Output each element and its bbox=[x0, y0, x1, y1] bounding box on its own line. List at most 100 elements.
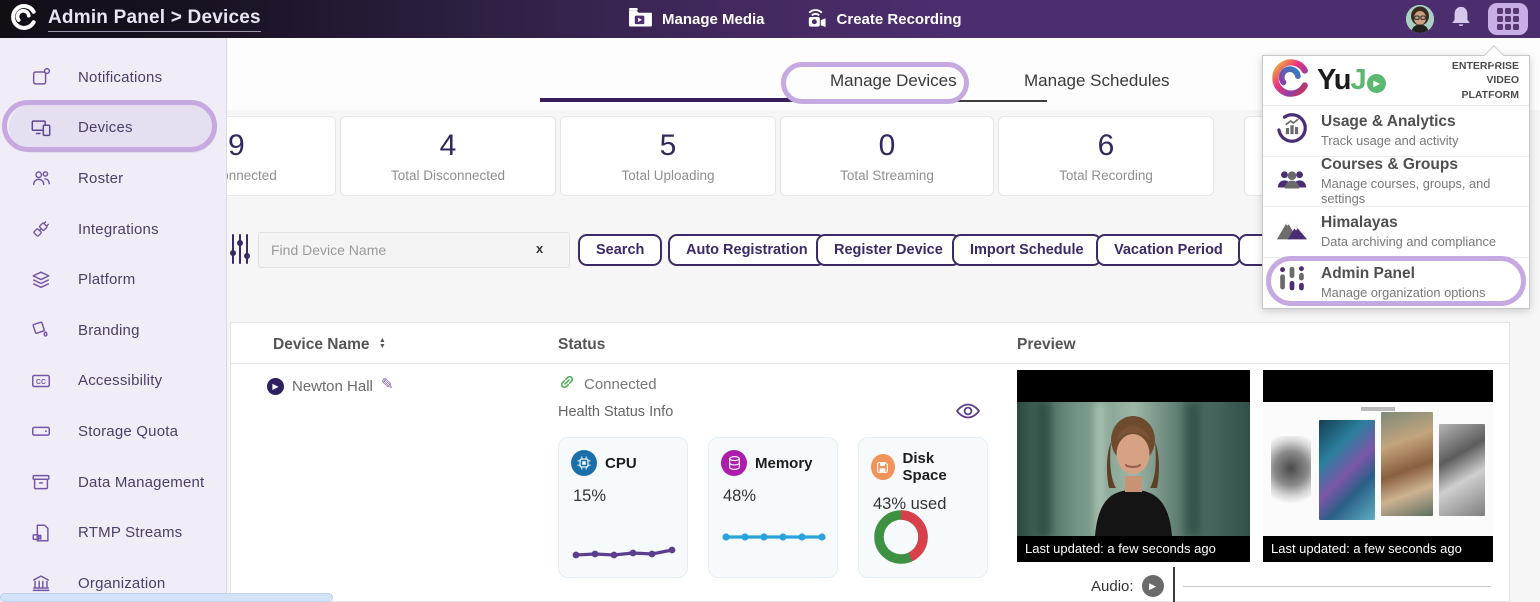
tab-underline bbox=[790, 100, 1047, 102]
admin-panel-devices-page: Admin Panel > Devices Manage Media bbox=[0, 0, 1540, 602]
edit-device-icon[interactable]: ✎ bbox=[381, 375, 394, 393]
stat-label: Total Streaming bbox=[840, 168, 934, 183]
auto-registration-button[interactable]: Auto Registration bbox=[668, 234, 826, 266]
integrations-icon bbox=[30, 218, 52, 240]
stat-label: Total Uploading bbox=[621, 168, 714, 183]
device-name[interactable]: Newton Hall bbox=[292, 378, 373, 395]
recorder-icon bbox=[803, 6, 828, 32]
disk-donut-chart bbox=[871, 507, 931, 567]
tab-manage-devices[interactable]: Manage Devices bbox=[830, 71, 957, 91]
preview-thumbnail-camera: Last updated: a few seconds ago bbox=[1017, 370, 1250, 562]
audio-play-button[interactable]: ▶ bbox=[1142, 575, 1164, 597]
sidebar-item-data-management[interactable]: Data Management bbox=[0, 457, 226, 508]
audio-level-marker bbox=[1173, 567, 1175, 602]
menu-item-usage-analytics[interactable]: Usage & Analytics Track usage and activi… bbox=[1263, 106, 1529, 157]
menu-item-admin-panel[interactable]: Admin Panel Manage organization options bbox=[1263, 258, 1529, 309]
preview-eye-icon[interactable] bbox=[955, 400, 981, 427]
camera-photo bbox=[1017, 402, 1250, 536]
column-header-preview[interactable]: Preview bbox=[1017, 336, 1076, 354]
preview-caption: Last updated: a few seconds ago bbox=[1017, 536, 1250, 562]
filter-sliders-icon[interactable] bbox=[228, 231, 252, 272]
apps-dropdown-menu: YuJ▶ ENTERPRISE VIDEO PLATFORM Usage & A… bbox=[1262, 55, 1530, 309]
stat-value: 6 bbox=[1098, 129, 1115, 162]
stat-label: Total Disconnected bbox=[391, 168, 505, 183]
user-avatar[interactable] bbox=[1406, 5, 1434, 33]
cpu-health-card: CPU 15% bbox=[558, 437, 688, 578]
expand-row-icon[interactable]: ▶ bbox=[267, 378, 284, 395]
import-schedule-button[interactable]: Import Schedule bbox=[952, 234, 1102, 266]
media-folder-icon bbox=[628, 7, 653, 31]
column-header-device-name[interactable]: Device Name ▲ ▼ bbox=[273, 336, 386, 354]
tab-manage-schedules[interactable]: Manage Schedules bbox=[1024, 71, 1170, 91]
menu-item-himalayas[interactable]: Himalayas Data archiving and compliance bbox=[1263, 207, 1529, 258]
link-icon bbox=[558, 373, 576, 396]
sidebar-item-integrations[interactable]: Integrations bbox=[0, 204, 226, 255]
apps-grid-button[interactable] bbox=[1488, 3, 1528, 35]
memory-sparkline bbox=[721, 523, 827, 565]
topbar-brand: Admin Panel > Devices bbox=[0, 3, 261, 36]
yuja-swirl-logo-icon[interactable] bbox=[10, 3, 38, 36]
organization-icon bbox=[30, 572, 52, 594]
active-tab-underline bbox=[540, 98, 790, 102]
devices-table-panel: Device Name ▲ ▼ Status Preview ▶ Newton … bbox=[230, 322, 1510, 602]
search-button[interactable]: Search bbox=[578, 234, 662, 266]
branding-icon bbox=[30, 319, 52, 341]
create-recording-label: Create Recording bbox=[837, 11, 962, 28]
yuja-play-icon: ▶ bbox=[1367, 74, 1386, 93]
disk-label: Disk Space bbox=[903, 450, 975, 484]
yuja-wordmark: YuJ▶ bbox=[1317, 64, 1386, 97]
sidebar-item-rtmp-streams[interactable]: RTMP Streams bbox=[0, 507, 226, 558]
clear-search-icon[interactable]: x bbox=[536, 241, 543, 256]
audio-row: Audio: ▶ bbox=[1091, 575, 1164, 597]
sidebar-item-storage-quota[interactable]: Storage Quota bbox=[0, 406, 226, 457]
usage-analytics-icon bbox=[1275, 111, 1309, 150]
memory-label: Memory bbox=[755, 455, 813, 472]
stat-value: 0 bbox=[879, 129, 896, 162]
stat-card-total-recording: 6 Total Recording bbox=[998, 116, 1214, 196]
column-header-status[interactable]: Status bbox=[558, 336, 605, 354]
brand-tagline: ENTERPRISE VIDEO PLATFORM bbox=[1439, 59, 1519, 102]
data-management-icon bbox=[30, 471, 52, 493]
header-divider bbox=[231, 363, 1509, 364]
storage-quota-icon bbox=[30, 420, 52, 442]
cpu-value: 15% bbox=[573, 487, 675, 506]
notifications-bell-icon[interactable] bbox=[1450, 5, 1472, 34]
sidebar-item-notifications[interactable]: Notifications bbox=[0, 52, 226, 103]
breadcrumb[interactable]: Admin Panel > Devices bbox=[48, 7, 261, 32]
rtmp-streams-icon bbox=[30, 522, 52, 544]
create-recording-button[interactable]: Create Recording bbox=[803, 6, 962, 32]
stat-card-total-streaming: 0 Total Streaming bbox=[780, 116, 994, 196]
courses-groups-icon bbox=[1275, 162, 1309, 201]
sidebar-item-devices[interactable]: Devices bbox=[9, 103, 217, 154]
topbar-actions: Manage Media Create Recording bbox=[628, 0, 962, 38]
memory-value: 48% bbox=[723, 487, 825, 506]
menu-item-courses-groups[interactable]: Courses & Groups Manage courses, groups,… bbox=[1263, 157, 1529, 208]
disk-health-card: Disk Space 43% used bbox=[858, 437, 988, 578]
himalayas-icon bbox=[1275, 212, 1309, 251]
vacation-period-button[interactable]: Vacation Period bbox=[1096, 234, 1241, 266]
sidebar-item-platform[interactable]: Platform bbox=[0, 254, 226, 305]
accessibility-icon: CC bbox=[30, 370, 52, 392]
yuja-rainbow-logo-icon bbox=[1271, 58, 1311, 103]
sidebar-item-roster[interactable]: Roster bbox=[0, 153, 226, 204]
register-device-button[interactable]: Register Device bbox=[816, 234, 961, 266]
sidebar-item-branding[interactable]: Branding bbox=[0, 305, 226, 356]
platform-icon bbox=[30, 269, 52, 291]
sidebar-item-accessibility[interactable]: CC Accessibility bbox=[0, 356, 226, 407]
horizontal-scrollbar[interactable] bbox=[0, 593, 333, 602]
preview-thumbnail-screen: Last updated: a few seconds ago bbox=[1263, 370, 1493, 562]
topbar: Admin Panel > Devices Manage Media bbox=[0, 0, 1540, 38]
manage-media-label: Manage Media bbox=[662, 11, 765, 28]
search-input[interactable] bbox=[258, 232, 570, 268]
preview-caption: Last updated: a few seconds ago bbox=[1263, 536, 1493, 562]
stat-card-total-disconnected: 4 Total Disconnected bbox=[340, 116, 556, 196]
yuja-brand-row: YuJ▶ ENTERPRISE VIDEO PLATFORM bbox=[1263, 56, 1529, 106]
status-connected: Connected bbox=[558, 373, 657, 396]
apps-grid-icon bbox=[1497, 8, 1519, 30]
sort-icon[interactable]: ▲ ▼ bbox=[379, 338, 386, 350]
sidebar: Notifications Devices Roster Integration… bbox=[0, 38, 227, 602]
roster-icon bbox=[30, 167, 52, 189]
stat-value: 5 bbox=[660, 129, 677, 162]
manage-media-button[interactable]: Manage Media bbox=[628, 7, 765, 31]
stat-value: 4 bbox=[440, 129, 457, 162]
